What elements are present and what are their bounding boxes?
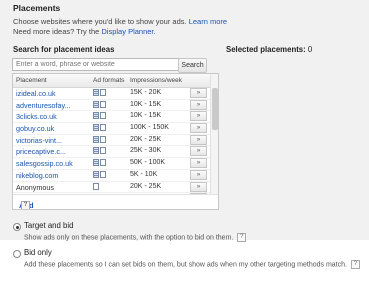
- ad-format-icons: [93, 124, 107, 133]
- table-row: nikeblog.com 5K - 10K »: [13, 169, 210, 182]
- intro-line: Choose websites where you'd like to show…: [13, 17, 227, 26]
- table-row: Anonymous 20K - 25K »: [13, 181, 210, 194]
- placement-site[interactable]: victorias-vint...: [16, 136, 62, 145]
- add-placement-button[interactable]: »: [190, 181, 207, 192]
- impressions-value: 5K - 10K: [130, 170, 158, 178]
- text-ad-icon: [93, 112, 99, 120]
- target-and-bid-desc-text: Show ads only on these placements, with …: [24, 234, 234, 242]
- scrollbar-thumb[interactable]: [212, 88, 218, 130]
- text-ad-icon: [93, 159, 99, 167]
- placement-site[interactable]: 3clicks.co.uk: [16, 112, 57, 121]
- impressions-value: 10K - 15K: [130, 100, 162, 108]
- text-ad-icon: [93, 147, 99, 155]
- table-row: pricecaptive.c... 25K - 30K »: [13, 146, 210, 159]
- text-ad-icon: [93, 170, 99, 178]
- impressions-value: 20K - 25K: [130, 135, 162, 143]
- image-ad-icon: [100, 159, 106, 167]
- impressions-value: 20K - 25K: [130, 182, 162, 190]
- impressions-value: 100K - 150K: [130, 124, 169, 132]
- help-icon[interactable]: ?: [21, 201, 30, 209]
- bid-only-label[interactable]: Bid only: [24, 248, 52, 257]
- learn-more-link[interactable]: Learn more: [189, 17, 227, 26]
- ad-format-icons: [93, 182, 100, 192]
- ad-format-icons: [93, 89, 107, 98]
- ad-format-icons: [93, 147, 107, 156]
- column-header-ad-formats[interactable]: Ad formats: [93, 77, 124, 84]
- bid-only-desc-text: Add these placements so I can set bids o…: [24, 261, 347, 269]
- image-ad-icon: [100, 170, 106, 178]
- table-row: adventuresofay... 10K - 15K »: [13, 99, 210, 112]
- add-placement-button[interactable]: »: [190, 99, 207, 110]
- table-row: izideal.co.uk 15K - 20K »: [13, 88, 210, 100]
- add-multiple-placements[interactable]: Add multiple placements at once ?: [13, 194, 218, 209]
- ad-format-icons: [93, 135, 107, 145]
- selected-placements-text: Selected placements:: [226, 45, 306, 54]
- image-ad-icon: [100, 147, 106, 155]
- placements-table: Placement Ad formats Impressions/week iz…: [12, 73, 219, 210]
- ideas-text: Need more ideas? Try the: [13, 27, 100, 36]
- target-and-bid-label[interactable]: Target and bid: [24, 221, 73, 230]
- placement-site[interactable]: adventuresofay...: [16, 101, 71, 110]
- add-placement-button[interactable]: »: [190, 169, 207, 180]
- column-header-placement[interactable]: Placement: [16, 77, 47, 84]
- image-ad-icon: [100, 135, 106, 143]
- target-and-bid-radio[interactable]: [13, 223, 21, 231]
- placement-site[interactable]: gobuy.co.uk: [16, 124, 54, 133]
- image-ad-icon: [100, 112, 106, 120]
- add-placement-button[interactable]: »: [190, 111, 207, 122]
- image-ad-icon: [100, 89, 106, 96]
- search-button[interactable]: Search: [178, 58, 207, 73]
- help-icon[interactable]: ?: [237, 233, 247, 242]
- add-placement-button[interactable]: »: [190, 134, 207, 145]
- placement-site[interactable]: salesgossip.co.uk: [16, 159, 73, 168]
- text-ad-icon: [93, 135, 99, 143]
- search-label: Search for placement ideas: [13, 45, 115, 54]
- add-placement-button[interactable]: »: [190, 158, 207, 169]
- placement-site[interactable]: pricecaptive.c...: [16, 147, 66, 156]
- table-row: victorias-vint... 20K - 25K »: [13, 134, 210, 147]
- image-ad-icon: [100, 124, 106, 132]
- impressions-value: 25K - 30K: [130, 147, 162, 155]
- selected-count: 0: [307, 45, 313, 54]
- table-rows: izideal.co.uk 15K - 20K» adventuresofay...…: [13, 88, 210, 205]
- add-placement-button[interactable]: »: [190, 88, 207, 98]
- placement-site[interactable]: izideal.co.uk: [16, 89, 56, 98]
- ad-format-icons: [93, 170, 107, 180]
- add-placement-button[interactable]: »: [190, 146, 207, 157]
- image-ad-icon: [93, 182, 99, 190]
- column-header-impressions[interactable]: Impressions/week: [130, 77, 182, 84]
- text-ad-icon: [93, 89, 99, 96]
- selected-placements-label: Selected placements: 0: [226, 45, 312, 54]
- display-planner-link[interactable]: Display Planner.: [101, 27, 155, 36]
- placements-panel: Placements Choose websites where you'd l…: [0, 0, 369, 240]
- placement-site: Anonymous: [16, 182, 54, 192]
- panel-title: Placements: [13, 3, 61, 13]
- table-row: gobuy.co.uk 100K - 150K »: [13, 123, 210, 135]
- intro-text: Choose websites where you'd like to show…: [13, 17, 187, 26]
- ad-format-icons: [93, 112, 107, 121]
- help-icon[interactable]: ?: [350, 260, 360, 269]
- add-placement-button[interactable]: »: [190, 123, 207, 134]
- search-input[interactable]: [12, 58, 180, 71]
- target-and-bid-description: Show ads only on these placements, with …: [24, 233, 247, 242]
- table-scrollbar[interactable]: [210, 74, 218, 209]
- placement-site[interactable]: nikeblog.com: [16, 171, 58, 180]
- table-row: 3clicks.co.uk 10K - 15K »: [13, 111, 210, 124]
- bid-only-radio[interactable]: [13, 250, 21, 258]
- table-header: Placement Ad formats Impressions/week: [13, 74, 210, 88]
- ad-format-icons: [93, 159, 107, 168]
- impressions-value: 50K - 100K: [130, 159, 166, 167]
- impressions-value: 15K - 20K: [130, 89, 162, 96]
- text-ad-icon: [93, 124, 99, 132]
- ideas-line: Need more ideas? Try the Display Planner…: [13, 27, 156, 36]
- ad-format-icons: [93, 100, 107, 110]
- text-ad-icon: [93, 100, 99, 108]
- impressions-value: 10K - 15K: [130, 112, 162, 120]
- bid-only-description: Add these placements so I can set bids o…: [24, 260, 360, 269]
- table-row: salesgossip.co.uk 50K - 100K »: [13, 158, 210, 170]
- image-ad-icon: [100, 100, 106, 108]
